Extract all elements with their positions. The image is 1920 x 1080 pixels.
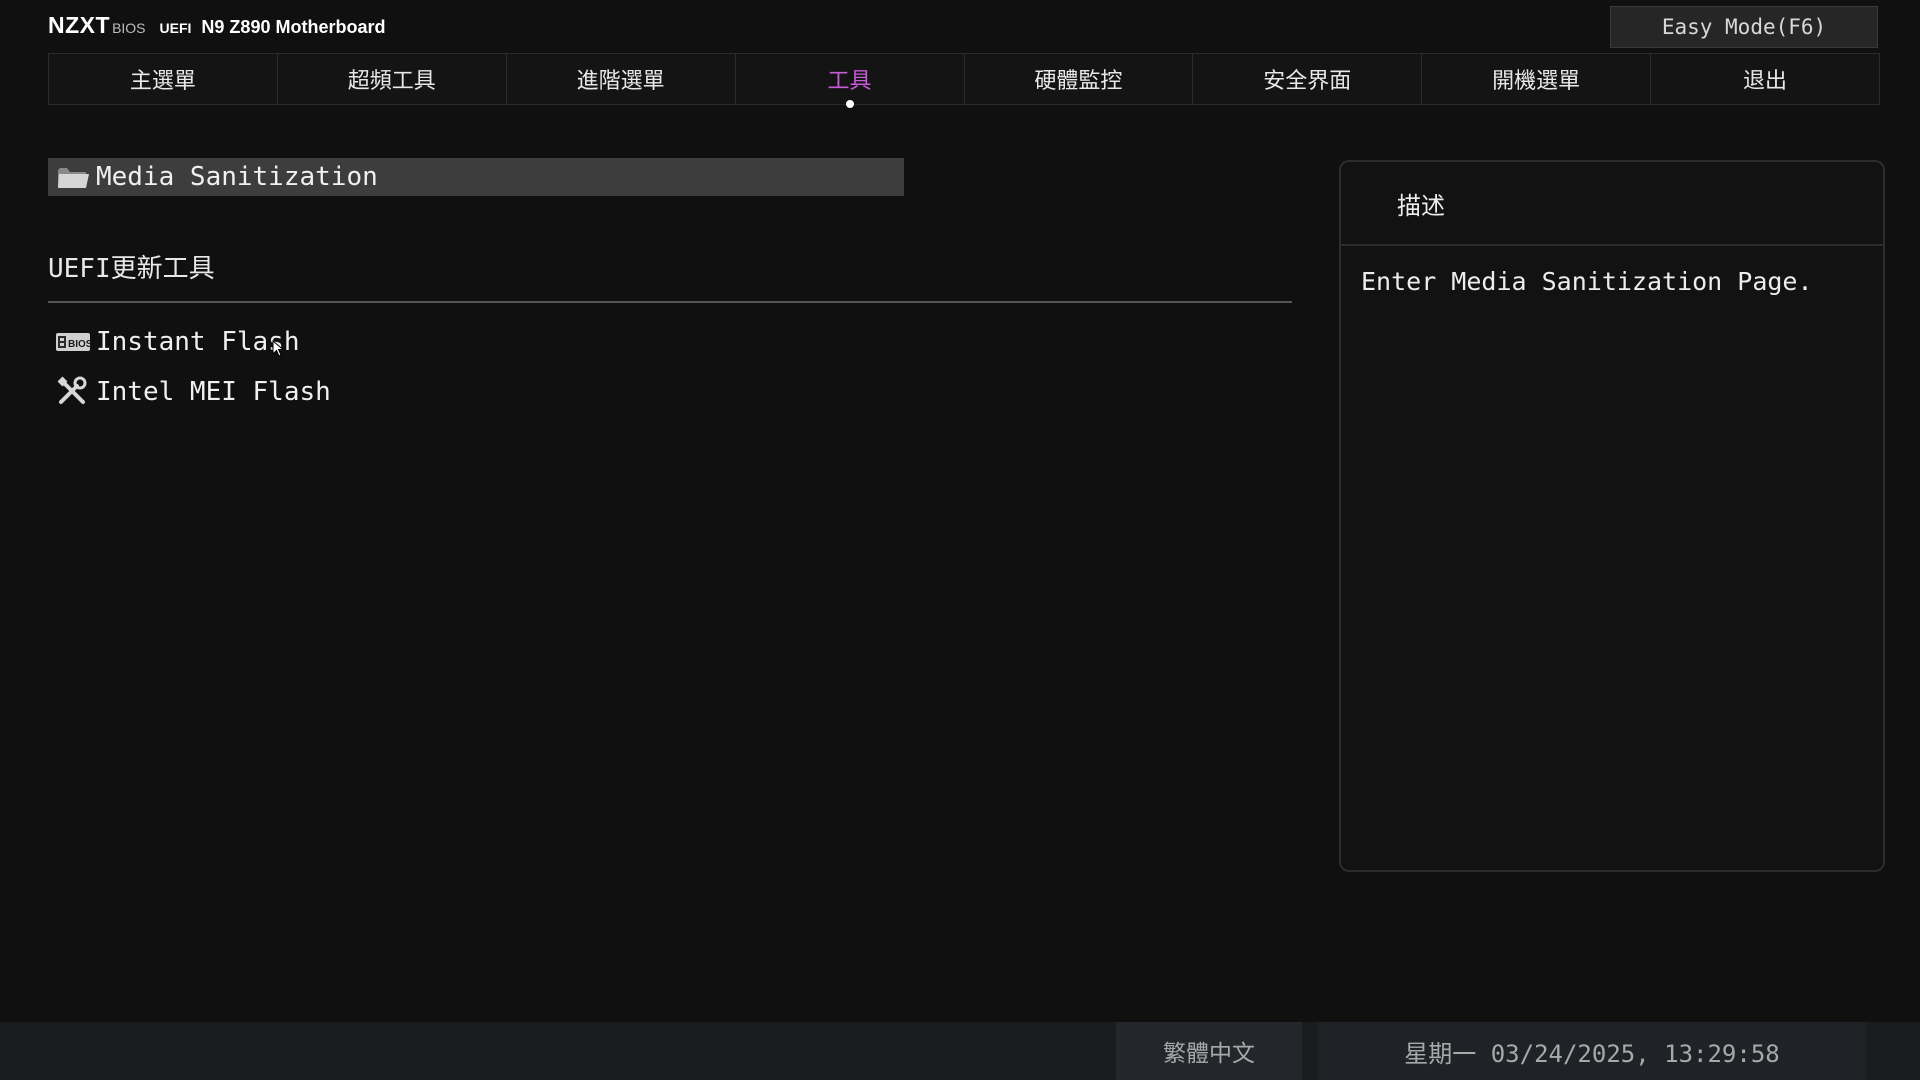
tab-label: 超頻工具 — [347, 69, 436, 94]
motherboard-model: N9 Z890 Motherboard — [201, 17, 386, 37]
tab-oc-tweaker[interactable]: 超頻工具 — [276, 54, 506, 104]
menu-item-label: Media Sanitization — [96, 162, 378, 192]
section-divider — [48, 301, 1292, 303]
menu-item-intel-mei-flash[interactable]: Intel MEI Flash — [48, 372, 331, 412]
tab-hw-monitor[interactable]: 硬體監控 — [963, 54, 1193, 104]
description-title: 描述 — [1341, 162, 1883, 246]
tools-icon — [54, 376, 92, 407]
language-selector[interactable]: 繁體中文 — [1116, 1022, 1302, 1080]
system-datetime: 星期一 03/24/2025, 13:29:58 — [1318, 1022, 1866, 1080]
folder-icon — [54, 162, 92, 192]
tab-label: 退出 — [1743, 69, 1788, 94]
description-panel: 描述 Enter Media Sanitization Page. — [1339, 160, 1885, 872]
status-footer: 繁體中文 星期一 03/24/2025, 13:29:58 — [0, 1022, 1920, 1080]
svg-text:BIOS: BIOS — [68, 339, 91, 350]
bios-screen: NZXT BIOS UEFI N9 Z890 Motherboard Easy … — [0, 0, 1920, 1080]
tab-main[interactable]: 主選單 — [48, 54, 277, 104]
active-tab-indicator — [845, 100, 854, 108]
menu-item-instant-flash[interactable]: BIOS Instant Flash — [48, 322, 300, 362]
brand-logo: NZXT — [48, 12, 111, 38]
brand-uefi-label: UEFI — [159, 20, 192, 36]
menu-item-label: Intel MEI Flash — [96, 377, 331, 407]
tab-boot[interactable]: 開機選單 — [1421, 54, 1650, 104]
tab-label: 安全界面 — [1263, 69, 1352, 94]
tab-label: 開機選單 — [1492, 69, 1581, 94]
brand-header: NZXT BIOS UEFI N9 Z890 Motherboard — [48, 12, 385, 42]
main-tab-bar: 主選單 超頻工具 進階選單 工具 硬體監控 安全界面 開機選單 退出 — [48, 53, 1880, 108]
tab-label: 工具 — [827, 69, 872, 94]
mouse-cursor-icon — [272, 340, 285, 357]
menu-item-media-sanitization[interactable]: Media Sanitization — [48, 158, 904, 196]
menu-item-label: Instant Flash — [96, 327, 300, 357]
tab-advanced[interactable]: 進階選單 — [505, 54, 735, 104]
bios-chip-icon: BIOS — [54, 327, 92, 357]
section-title: UEFI更新工具 — [48, 254, 215, 284]
tab-tool[interactable]: 工具 — [734, 54, 964, 108]
easy-mode-button[interactable]: Easy Mode(F6) — [1610, 6, 1878, 48]
tab-exit[interactable]: 退出 — [1650, 54, 1880, 104]
tab-label: 進階選單 — [576, 69, 665, 94]
brand-bios-label: BIOS — [112, 20, 146, 36]
tab-security[interactable]: 安全界面 — [1192, 54, 1421, 104]
description-text: Enter Media Sanitization Page. — [1361, 267, 1813, 296]
tab-label: 主選單 — [129, 69, 196, 94]
tab-label: 硬體監控 — [1034, 69, 1123, 94]
